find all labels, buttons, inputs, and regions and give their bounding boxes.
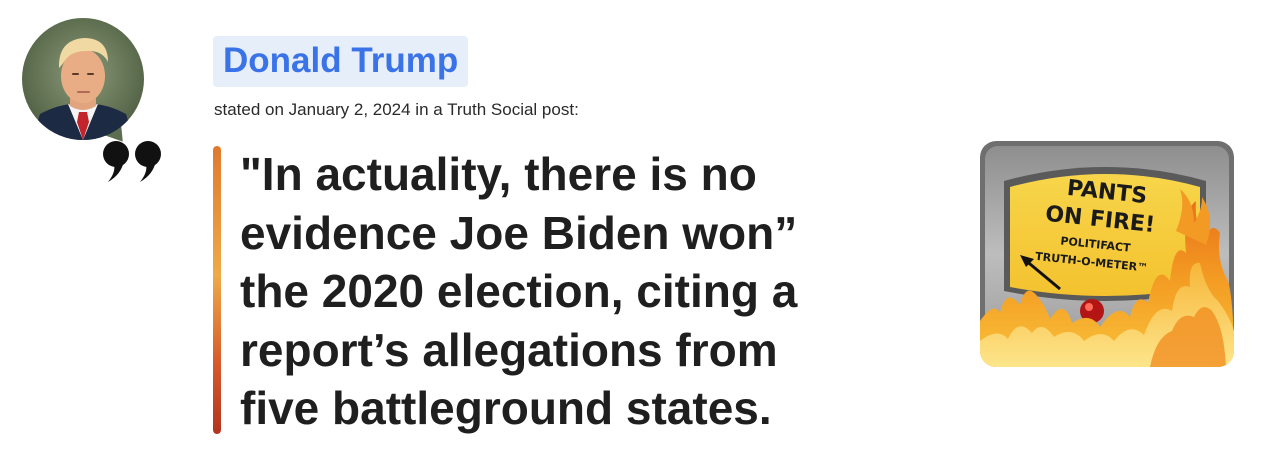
statement-line: evidence Joe Biden won” (240, 206, 798, 259)
speaker-name-link[interactable]: Donald Trump (213, 36, 469, 87)
statement-accent-bar (213, 146, 221, 434)
quotation-mark-icon (103, 141, 161, 182)
statement-line: five battleground states. (240, 382, 772, 434)
fact-check-card: Donald Trump stated on January 2, 2024 i… (0, 0, 1278, 450)
statement-quote: "In actuality, there is no evidence Joe … (240, 145, 940, 438)
statement-line: "In actuality, there is no (240, 148, 757, 200)
statement-attribution: stated on January 2, 2024 in a Truth Soc… (214, 100, 579, 119)
pants-on-fire-meter-icon: PANTS ON FIRE! POLITIFACT TRUTH-O-METER™ (980, 141, 1234, 367)
avatar (22, 18, 144, 140)
speaker-avatar[interactable] (22, 18, 144, 151)
statement-line: the 2020 election, citing a (240, 265, 798, 317)
speaker-portrait-icon (32, 38, 134, 140)
truth-o-meter-rating: PANTS ON FIRE! POLITIFACT TRUTH-O-METER™ (980, 141, 1234, 367)
statement-line: report’s allegations from (240, 323, 778, 376)
